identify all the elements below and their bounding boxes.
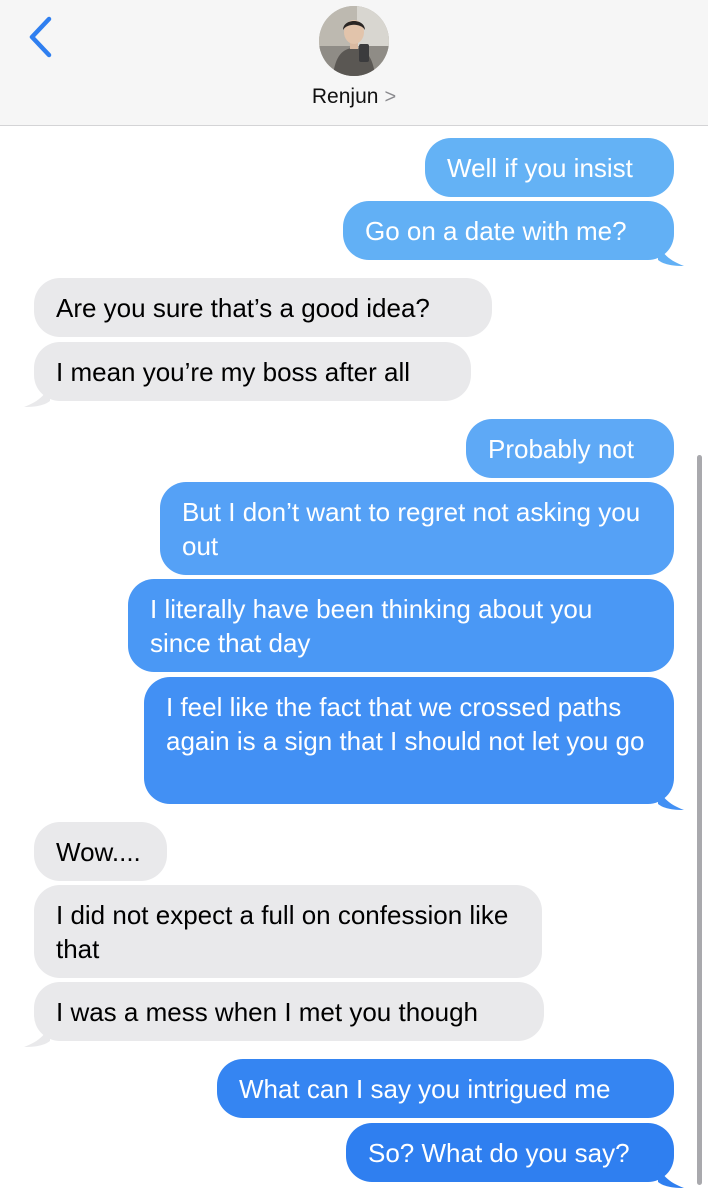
avatar[interactable] [319,6,389,76]
bubble-tail [24,381,50,407]
message-text: I literally have been thinking about you… [150,594,593,658]
message-text: Are you sure that’s a good idea? [56,293,430,323]
contact-name: Renjun [311,85,379,108]
message-text: I was a mess when I met you though [56,997,478,1027]
bubble-tail [658,1162,684,1188]
conversation-header: Renjun > [0,0,708,126]
message-text: What can I say you intrigued me [239,1074,611,1104]
message-text: Wow.... [56,837,141,867]
message-text: I did not expect a full on confession li… [56,900,509,964]
message-text: Well if you insist [447,153,633,183]
back-button[interactable] [20,14,60,60]
contact-name-button[interactable]: Renjun > [0,82,708,112]
incoming-message[interactable]: I was a mess when I met you though [24,982,544,1047]
outgoing-message[interactable]: I feel like the fact that we crossed pat… [144,677,684,810]
bubble-tail [658,240,684,266]
incoming-message[interactable]: I did not expect a full on confession li… [34,885,542,978]
outgoing-message[interactable]: But I don’t want to regret not asking yo… [160,482,674,575]
outgoing-message[interactable]: Go on a date with me? [343,201,684,266]
message-text: But I don’t want to regret not asking yo… [182,497,641,561]
back-chevron-icon [29,16,52,58]
incoming-message[interactable]: Wow.... [34,822,167,881]
bubble-tail [658,784,684,810]
outgoing-message[interactable]: I literally have been thinking about you… [128,579,674,672]
outgoing-message[interactable]: So? What do you say? [346,1123,684,1188]
message-text: I mean you’re my boss after all [56,357,411,387]
chevron-right-icon: > [384,85,397,108]
outgoing-message[interactable]: Well if you insist [425,138,674,197]
contact-photo [319,6,389,76]
incoming-message[interactable]: I mean you’re my boss after all [24,342,471,407]
message-text: Go on a date with me? [365,216,627,246]
message-text: I feel like the fact that we crossed pat… [166,692,645,756]
message-text: Probably not [488,434,634,464]
bubble-tail [24,1021,50,1047]
incoming-message[interactable]: Are you sure that’s a good idea? [34,278,492,337]
outgoing-message[interactable]: What can I say you intrigued me [217,1059,674,1118]
message-text: So? What do you say? [368,1138,630,1168]
outgoing-message[interactable]: Probably not [466,419,674,478]
scrollbar[interactable] [697,455,702,1185]
